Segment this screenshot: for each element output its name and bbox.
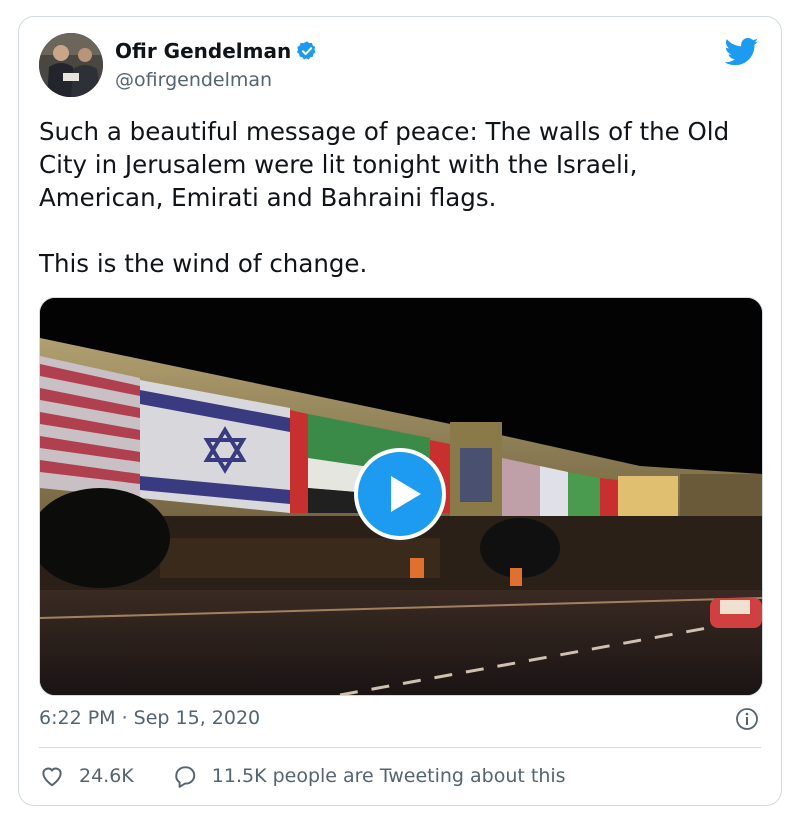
tweeting-about-button[interactable]: 11.5K people are Tweeting about this [172,763,566,789]
author-name-row[interactable]: Ofir Gendelman [115,39,318,63]
info-icon[interactable] [735,707,759,731]
avatar-image [39,33,103,97]
avatar[interactable] [39,33,103,97]
verified-badge-icon [297,41,316,60]
tweeting-about-text: 11.5K people are Tweeting about this [211,765,566,787]
heart-icon [42,767,62,787]
tweet-timestamp[interactable]: 6:22 PM · Sep 15, 2020 [39,707,260,729]
tweet-card: Ofir Gendelman @ofirgendelman Such a bea… [18,16,782,806]
play-icon [391,476,421,512]
video-player[interactable] [39,297,763,696]
play-button[interactable] [354,448,446,540]
author-handle[interactable]: @ofirgendelman [115,69,272,91]
like-button[interactable]: 24.6K [39,763,134,789]
tweet-actions: 24.6K 11.5K people are Tweeting about th… [39,763,566,789]
like-count: 24.6K [79,765,134,787]
twitter-bird-icon[interactable] [725,37,759,67]
author-name[interactable]: Ofir Gendelman [115,39,291,63]
speech-bubble-icon [175,766,195,788]
tweet-text: Such a beautiful message of peace: The w… [39,117,730,278]
divider [39,747,761,748]
